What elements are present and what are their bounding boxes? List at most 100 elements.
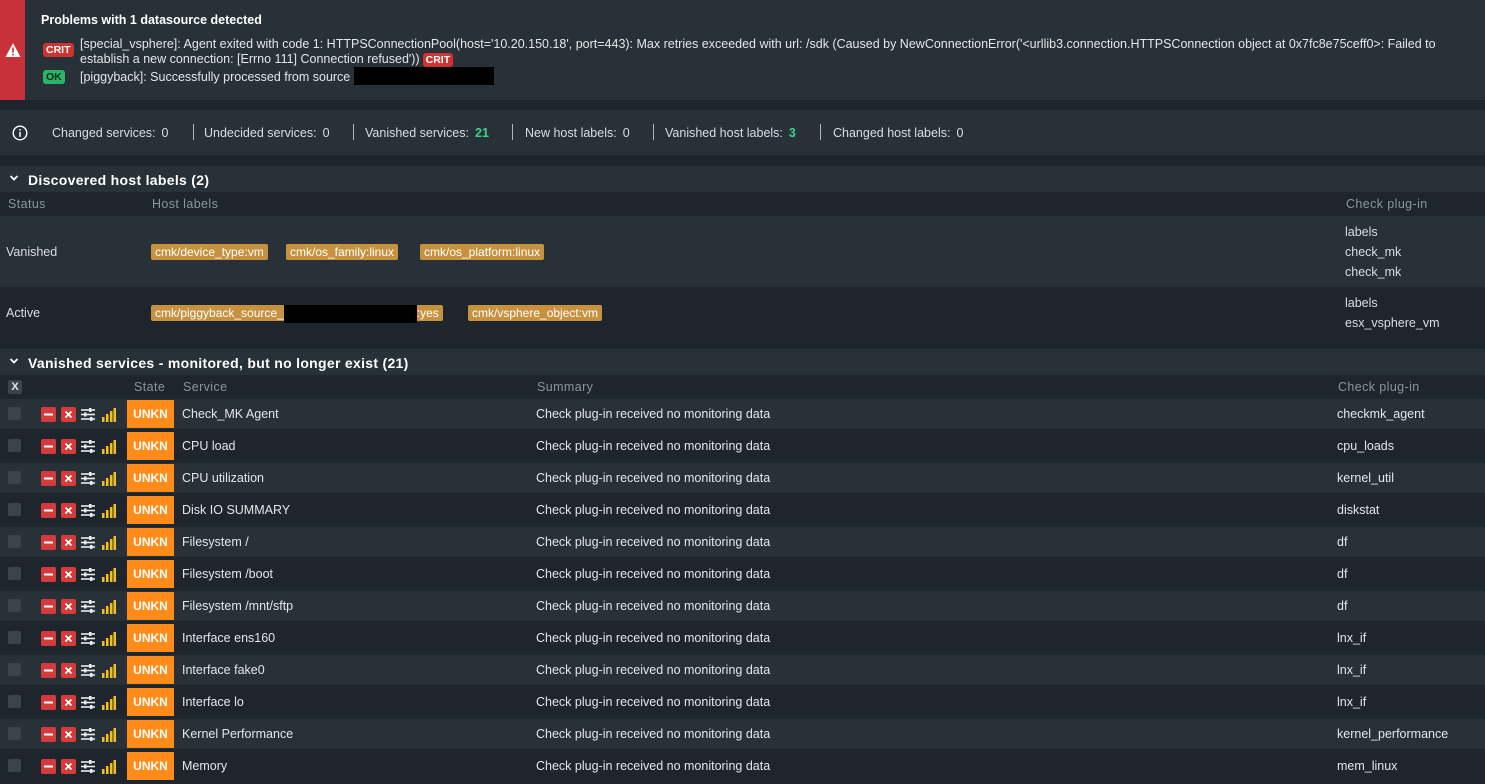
perfgraph-icon[interactable] (101, 728, 116, 742)
perfgraph-icon[interactable] (101, 472, 116, 486)
host-label-text: cmk/piggyback_source_ (155, 306, 284, 320)
rulesets-icon[interactable] (80, 727, 96, 742)
row-checkbox[interactable] (8, 407, 21, 420)
rulesets-icon[interactable] (80, 439, 96, 454)
row-checkbox[interactable] (8, 727, 21, 740)
summary-value: 0 (622, 126, 630, 140)
summary-undecided-services: Undecided services: 0 (204, 126, 330, 140)
rulesets-icon[interactable] (80, 759, 96, 774)
remove-service-icon[interactable] (61, 695, 76, 710)
service-summary: Check plug-in received no monitoring dat… (536, 503, 771, 517)
service-name: Disk IO SUMMARY (182, 503, 291, 517)
disable-service-icon[interactable] (41, 599, 56, 614)
table-row: UNKN Filesystem /mnt/sftp Check plug-in re… (0, 591, 1485, 621)
perfgraph-icon[interactable] (101, 760, 116, 774)
perfgraph-icon[interactable] (101, 632, 116, 646)
col-status[interactable]: Status (8, 197, 46, 211)
col-check-plugin[interactable]: Check plug-in (1346, 197, 1428, 211)
disable-service-icon[interactable] (41, 631, 56, 646)
table-row: UNKN Memory Check plug-in received no moni… (0, 751, 1485, 781)
row-checkbox[interactable] (8, 439, 21, 452)
service-name: Interface lo (182, 695, 244, 709)
chevron-down-icon[interactable] (9, 173, 19, 183)
summary-value: 0 (322, 126, 330, 140)
problem-title: Problems with 1 datasource detected (41, 13, 262, 27)
rulesets-icon[interactable] (80, 535, 96, 550)
disable-service-icon[interactable] (41, 503, 56, 518)
disable-service-icon[interactable] (41, 535, 56, 550)
rulesets-icon[interactable] (80, 695, 96, 710)
remove-service-icon[interactable] (61, 631, 76, 646)
disable-service-icon[interactable] (41, 471, 56, 486)
disable-service-icon[interactable] (41, 407, 56, 422)
row-checkbox[interactable] (8, 695, 21, 708)
col-check-plugin[interactable]: Check plug-in (1338, 380, 1420, 394)
row-checkbox[interactable] (8, 567, 21, 580)
perfgraph-icon[interactable] (101, 440, 116, 454)
disable-service-icon[interactable] (41, 695, 56, 710)
perfgraph-icon[interactable] (101, 408, 116, 422)
service-name: Check_MK Agent (182, 407, 279, 421)
table-row: UNKN Interface ens160 Check plug-in receiv… (0, 623, 1485, 653)
remove-service-icon[interactable] (61, 407, 76, 422)
disable-service-icon[interactable] (41, 759, 56, 774)
row-checkbox[interactable] (8, 631, 21, 644)
row-checkbox[interactable] (8, 503, 21, 516)
disable-service-icon[interactable] (41, 439, 56, 454)
remove-service-icon[interactable] (61, 759, 76, 774)
chevron-down-icon[interactable] (9, 356, 19, 366)
state-badge: UNKN (127, 400, 174, 428)
disable-service-icon[interactable] (41, 567, 56, 582)
rulesets-icon[interactable] (80, 599, 96, 614)
summary-value: 3 (788, 126, 796, 140)
remove-service-icon[interactable] (61, 503, 76, 518)
host-label-text: :yes (416, 306, 439, 320)
row-checkbox[interactable] (8, 535, 21, 548)
rulesets-icon[interactable] (80, 631, 96, 646)
col-state[interactable]: State (134, 380, 165, 394)
summary-vanished-services: Vanished services: 21 (365, 126, 489, 140)
col-summary[interactable]: Summary (537, 380, 593, 394)
host-label-tag: cmk/piggyback_source_ :yes (151, 304, 443, 323)
service-check-plugin: df (1337, 535, 1348, 549)
rulesets-icon[interactable] (80, 407, 96, 422)
remove-service-icon[interactable] (61, 567, 76, 582)
col-host-labels[interactable]: Host labels (152, 197, 218, 211)
row-checkbox[interactable] (8, 599, 21, 612)
summary-label: New host labels: (525, 126, 617, 140)
vanished-services-section-header[interactable]: Vanished services - monitored, but no lo… (0, 349, 1485, 375)
rulesets-icon[interactable] (80, 471, 96, 486)
remove-service-icon[interactable] (61, 599, 76, 614)
perfgraph-icon[interactable] (101, 600, 116, 614)
rulesets-icon[interactable] (80, 503, 96, 518)
perfgraph-icon[interactable] (101, 504, 116, 518)
toggle-all-checkbox-button[interactable]: X (8, 380, 22, 394)
datasource-problem-box: Problems with 1 datasource detected CRIT… (0, 0, 1485, 100)
perfgraph-icon[interactable] (101, 568, 116, 582)
remove-service-icon[interactable] (61, 439, 76, 454)
rulesets-icon[interactable] (80, 663, 96, 678)
rulesets-icon[interactable] (80, 567, 96, 582)
service-summary: Check plug-in received no monitoring dat… (536, 727, 771, 741)
remove-service-icon[interactable] (61, 663, 76, 678)
perfgraph-icon[interactable] (101, 696, 116, 710)
crit-badge: CRIT (43, 43, 74, 57)
disable-service-icon[interactable] (41, 663, 56, 678)
perfgraph-icon[interactable] (101, 536, 116, 550)
remove-service-icon[interactable] (61, 535, 76, 550)
host-labels-section-header[interactable]: Discovered host labels (2) (0, 166, 1485, 192)
row-checkbox[interactable] (8, 663, 21, 676)
perfgraph-icon[interactable] (101, 664, 116, 678)
row-checkbox[interactable] (8, 471, 21, 484)
service-summary: Check plug-in received no monitoring dat… (536, 567, 771, 581)
remove-service-icon[interactable] (61, 471, 76, 486)
row-checkbox[interactable] (8, 759, 21, 772)
service-check-plugin: lnx_if (1337, 631, 1367, 645)
col-service[interactable]: Service (183, 380, 227, 394)
remove-service-icon[interactable] (61, 727, 76, 742)
redacted-source (283, 304, 417, 323)
table-row: UNKN Interface lo Check plug-in received n… (0, 687, 1485, 717)
state-badge: UNKN (127, 752, 174, 780)
disable-service-icon[interactable] (41, 727, 56, 742)
vsphere-error-message: [special_vsphere]: Agent exited with cod… (80, 37, 1475, 67)
